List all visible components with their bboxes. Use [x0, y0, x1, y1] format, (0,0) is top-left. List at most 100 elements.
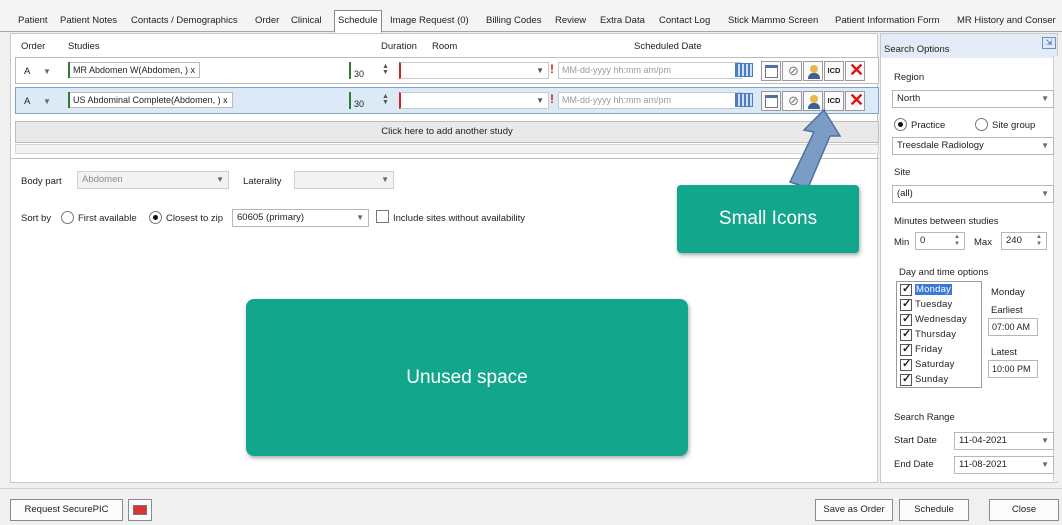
tab-mr-history[interactable]: MR History and Conser — [957, 12, 1056, 31]
tab-schedule[interactable]: Schedule — [334, 10, 382, 33]
calendar-icon[interactable] — [735, 63, 753, 77]
room-select[interactable]: ▼ — [399, 92, 549, 109]
order-select[interactable]: A — [24, 96, 30, 107]
day-item-friday[interactable]: Friday — [899, 342, 979, 357]
chevron-down-icon: ▼ — [1041, 436, 1049, 445]
securepic-icon[interactable] — [128, 499, 152, 521]
window-icon[interactable] — [761, 91, 781, 111]
request-securepic-button[interactable]: Request SecurePIC — [10, 499, 123, 521]
day-label: Sunday — [915, 374, 949, 385]
divider — [11, 158, 879, 159]
site-select[interactable]: (all) ▼ — [892, 185, 1054, 203]
chevron-down-icon: ▼ — [216, 175, 224, 184]
day-item-sunday[interactable]: Sunday — [899, 372, 979, 387]
day-item-wednesday[interactable]: Wednesday — [899, 312, 979, 327]
tab-clinical[interactable]: Clinical — [291, 12, 322, 31]
duration-spinner[interactable]: ▲ ▼ — [382, 93, 389, 106]
order-header: Order — [21, 41, 46, 52]
tab-contacts-demographics[interactable]: Contacts / Demographics — [131, 12, 238, 31]
checkbox-icon[interactable] — [900, 282, 912, 296]
latest-time-input[interactable]: 10:00 PM — [988, 360, 1038, 378]
laterality-select[interactable]: ▼ — [294, 171, 394, 189]
person-icon[interactable] — [803, 61, 823, 81]
stepper-icon[interactable]: ▲ ▼ — [954, 234, 960, 248]
include-sites-checkbox[interactable] — [376, 210, 389, 223]
search-range-label: Search Range — [894, 412, 955, 423]
checkbox-icon[interactable] — [900, 372, 912, 386]
day-list[interactable]: Monday Tuesday Wednesday Thursday Friday… — [896, 281, 982, 388]
room-select[interactable]: ▼ — [399, 62, 549, 79]
save-as-order-button[interactable]: Save as Order — [815, 499, 893, 521]
min-label: Min — [894, 237, 910, 248]
site-group-label[interactable]: Site group — [992, 120, 1035, 131]
tab-contact-log[interactable]: Contact Log — [659, 12, 710, 31]
min-stepper[interactable]: 0 ▲ ▼ — [915, 232, 965, 250]
day-item-saturday[interactable]: Saturday — [899, 357, 979, 372]
duration-header: Duration — [381, 41, 417, 52]
checkbox-icon[interactable] — [900, 297, 912, 311]
tab-extra-data[interactable]: Extra Data — [600, 12, 645, 31]
closest-to-zip-radio[interactable] — [149, 211, 162, 224]
first-available-radio[interactable] — [61, 211, 74, 224]
include-sites-label[interactable]: Include sites without availability — [393, 213, 525, 224]
max-stepper[interactable]: 240 ▲ ▼ — [1001, 232, 1047, 250]
close-button[interactable]: Close — [989, 499, 1059, 521]
day-label: Friday — [915, 344, 943, 355]
practice-select[interactable]: Treesdale Radiology ▼ — [892, 137, 1054, 155]
tab-patient[interactable]: Patient — [18, 12, 48, 31]
day-item-monday[interactable]: Monday — [899, 282, 979, 297]
paperclip-icon[interactable]: ⊘ — [782, 61, 802, 81]
window-icon[interactable] — [761, 61, 781, 81]
horizontal-scrollbar[interactable] — [15, 144, 879, 154]
scheduled-date-input[interactable]: MM-dd-yyyy hh:mm am/pm — [558, 92, 742, 109]
calendar-icon[interactable] — [735, 93, 753, 107]
latest-label: Latest — [991, 347, 1017, 358]
selected-day-label: Monday — [991, 287, 1025, 298]
day-item-tuesday[interactable]: Tuesday — [899, 297, 979, 312]
study-chip[interactable]: US Abdominal Complete(Abdomen, ) x — [68, 92, 233, 108]
study-chip[interactable]: MR Abdomen W(Abdomen, ) x — [68, 62, 201, 78]
closest-to-zip-label[interactable]: Closest to zip — [166, 213, 223, 224]
tab-billing-codes[interactable]: Billing Codes — [486, 12, 541, 31]
site-group-radio[interactable] — [975, 118, 988, 131]
first-available-label[interactable]: First available — [78, 213, 137, 224]
tab-image-request[interactable]: Image Request (0) — [390, 12, 469, 31]
start-date-picker[interactable]: 11-04-2021 ▼ — [954, 432, 1054, 450]
chevron-down-icon[interactable]: ▼ — [43, 97, 51, 106]
end-date-picker[interactable]: 11-08-2021 ▼ — [954, 456, 1054, 474]
schedule-button[interactable]: Schedule — [899, 499, 969, 521]
delete-icon[interactable]: ✕ — [845, 60, 865, 81]
study-row[interactable]: A ▼ MR Abdomen W(Abdomen, ) x 30 ▲ ▼ ▼ ! … — [15, 57, 879, 84]
tab-patient-information-form[interactable]: Patient Information Form — [835, 12, 940, 31]
body-part-select[interactable]: Abdomen ▼ — [77, 171, 229, 189]
order-select[interactable]: A — [24, 66, 30, 77]
checkbox-icon[interactable] — [900, 312, 912, 326]
scheduled-date-input[interactable]: MM-dd-yyyy hh:mm am/pm — [558, 62, 742, 79]
checkbox-icon[interactable] — [900, 342, 912, 356]
tab-patient-notes[interactable]: Patient Notes — [60, 12, 117, 31]
stepper-icon[interactable]: ▲ ▼ — [1036, 234, 1042, 248]
checkbox-icon[interactable] — [900, 357, 912, 371]
end-date-label: End Date — [894, 459, 934, 470]
tab-order[interactable]: Order — [255, 12, 279, 31]
practice-label[interactable]: Practice — [911, 120, 945, 131]
chevron-down-icon[interactable]: ▼ — [43, 67, 51, 76]
end-date-value: 11-08-2021 — [959, 459, 1007, 470]
region-select[interactable]: North ▼ — [892, 90, 1054, 108]
tab-review[interactable]: Review — [555, 12, 586, 31]
duration-field[interactable]: 30 — [349, 92, 369, 109]
duration-spinner[interactable]: ▲ ▼ — [382, 63, 389, 76]
duration-field[interactable]: 30 — [349, 62, 369, 79]
checkbox-icon[interactable] — [900, 327, 912, 341]
earliest-time-input[interactable]: 07:00 AM — [988, 318, 1038, 336]
study-row[interactable]: A ▼ US Abdominal Complete(Abdomen, ) x 3… — [15, 87, 879, 114]
tab-stick-mammo-screen[interactable]: Stick Mammo Screen — [728, 12, 818, 31]
practice-radio[interactable] — [894, 118, 907, 131]
day-item-thursday[interactable]: Thursday — [899, 327, 979, 342]
zip-select[interactable]: 60605 (primary) ▼ — [232, 209, 369, 227]
add-study-button[interactable]: Click here to add another study — [15, 121, 879, 143]
collapse-panel-icon[interactable]: ⇲ — [1042, 37, 1056, 49]
vertical-scrollbar[interactable] — [1053, 56, 1061, 481]
icd-icon[interactable]: ICD — [824, 61, 844, 81]
delete-icon[interactable]: ✕ — [845, 90, 865, 111]
